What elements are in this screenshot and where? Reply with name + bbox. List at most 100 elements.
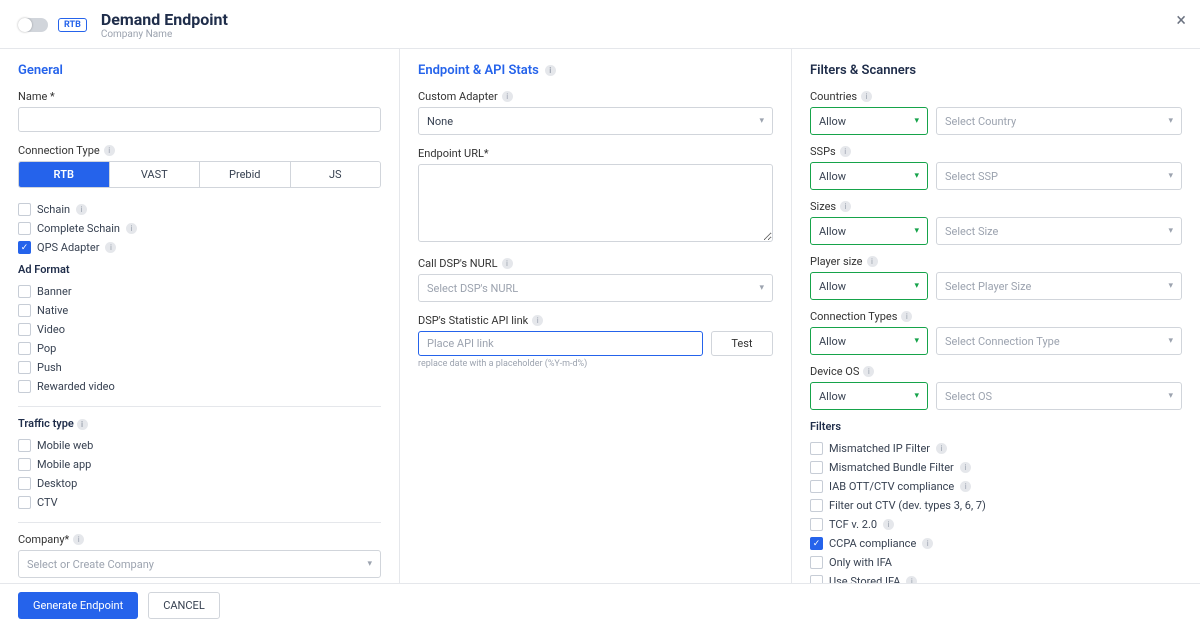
info-icon[interactable]: i [77, 419, 88, 430]
allow-value-1: Allow [819, 170, 846, 183]
traffic-checkbox-3[interactable] [18, 496, 31, 509]
allow-value-0: Allow [819, 115, 846, 128]
chevron-down-icon: ▾ [367, 559, 372, 569]
info-icon[interactable]: i [76, 204, 87, 215]
info-icon[interactable]: i [922, 538, 933, 549]
chain-checkbox-1[interactable] [18, 222, 31, 235]
filter-checkbox-3[interactable] [810, 499, 823, 512]
cancel-button[interactable]: CANCEL [148, 592, 220, 619]
info-icon[interactable]: i [960, 481, 971, 492]
info-icon[interactable]: i [861, 91, 872, 102]
allow-select-4[interactable]: Allow▾ [810, 327, 928, 355]
api-link-input[interactable] [418, 331, 703, 356]
adapter-select[interactable]: None ▾ [418, 107, 773, 135]
info-icon[interactable]: i [502, 258, 513, 269]
header: RTB Demand Endpoint Company Name × [0, 0, 1200, 49]
value-select-1[interactable]: Select SSP▾ [936, 162, 1182, 190]
info-icon[interactable]: i [126, 223, 137, 234]
adformat-checkbox-1[interactable] [18, 304, 31, 317]
adformat-checkbox-5[interactable] [18, 380, 31, 393]
chevron-down-icon: ▾ [1168, 336, 1173, 346]
info-icon[interactable]: i [906, 576, 917, 583]
pair-label-5: Device OS [810, 365, 859, 378]
filter-label-2: IAB OTT/CTV compliance [829, 480, 954, 493]
filter-checkbox-5[interactable]: ✓ [810, 537, 823, 550]
filter-label-3: Filter out CTV (dev. types 3, 6, 7) [829, 499, 986, 512]
conn-type-label: Connection Type [18, 144, 100, 157]
company-select[interactable]: Select or Create Company ▾ [18, 550, 381, 578]
value-select-5[interactable]: Select OS▾ [936, 382, 1182, 410]
chain-checkbox-0[interactable] [18, 203, 31, 216]
filter-label-7: Use Stored IFA [829, 575, 900, 583]
footer: Generate Endpoint CANCEL [0, 583, 1200, 627]
info-icon[interactable]: i [502, 91, 513, 102]
filter-checkbox-1[interactable] [810, 461, 823, 474]
adformat-checkbox-4[interactable] [18, 361, 31, 374]
nurl-select[interactable]: Select DSP's NURL ▾ [418, 274, 773, 302]
value-ph-1: Select SSP [945, 170, 998, 183]
allow-select-0[interactable]: Allow▾ [810, 107, 928, 135]
conn-js[interactable]: JS [290, 162, 381, 187]
allow-select-3[interactable]: Allow▾ [810, 272, 928, 300]
general-column: General Name * Connection Type i RTB VAS… [0, 49, 400, 583]
chevron-down-icon: ▾ [759, 283, 764, 293]
close-icon[interactable]: × [1176, 10, 1186, 31]
adformat-checkbox-3[interactable] [18, 342, 31, 355]
filter-checkbox-7[interactable] [810, 575, 823, 583]
info-icon[interactable]: i [863, 366, 874, 377]
filter-checkbox-6[interactable] [810, 556, 823, 569]
allow-select-5[interactable]: Allow▾ [810, 382, 928, 410]
traffic-checkbox-1[interactable] [18, 458, 31, 471]
filter-checkbox-2[interactable] [810, 480, 823, 493]
value-select-0[interactable]: Select Country▾ [936, 107, 1182, 135]
conn-vast[interactable]: VAST [109, 162, 200, 187]
traffic-title: Traffic type [18, 417, 74, 430]
nurl-label: Call DSP's NURL [418, 257, 498, 270]
api-helper: replace date with a placeholder (%Y-m-d%… [418, 359, 773, 369]
value-select-3[interactable]: Select Player Size▾ [936, 272, 1182, 300]
traffic-checkbox-2[interactable] [18, 477, 31, 490]
info-icon[interactable]: i [73, 534, 84, 545]
traffic-checkbox-0[interactable] [18, 439, 31, 452]
info-icon[interactable]: i [104, 145, 115, 156]
info-icon[interactable]: i [901, 311, 912, 322]
info-icon[interactable]: i [883, 519, 894, 530]
traffic-label-1: Mobile app [37, 458, 91, 471]
traffic-label-2: Desktop [37, 477, 77, 490]
generate-endpoint-button[interactable]: Generate Endpoint [18, 592, 138, 619]
info-icon[interactable]: i [532, 315, 543, 326]
info-icon[interactable]: i [545, 65, 556, 76]
info-icon[interactable]: i [936, 443, 947, 454]
allow-select-1[interactable]: Allow▾ [810, 162, 928, 190]
value-select-2[interactable]: Select Size▾ [936, 217, 1182, 245]
chain-checkbox-2[interactable]: ✓ [18, 241, 31, 254]
info-icon[interactable]: i [867, 256, 878, 267]
value-ph-2: Select Size [945, 225, 998, 238]
filter-checkbox-4[interactable] [810, 518, 823, 531]
info-icon[interactable]: i [840, 201, 851, 212]
enable-toggle[interactable] [18, 18, 48, 32]
value-ph-3: Select Player Size [945, 280, 1031, 293]
section-filters-scanners: Filters & Scanners [810, 63, 1182, 78]
adformat-checkbox-2[interactable] [18, 323, 31, 336]
value-select-4[interactable]: Select Connection Type▾ [936, 327, 1182, 355]
chevron-down-icon: ▾ [759, 116, 764, 126]
adformat-checkbox-0[interactable] [18, 285, 31, 298]
test-button[interactable]: Test [711, 331, 773, 356]
endpoint-url-input[interactable] [418, 164, 773, 242]
info-icon[interactable]: i [840, 146, 851, 157]
value-ph-0: Select Country [945, 115, 1016, 128]
allow-select-2[interactable]: Allow▾ [810, 217, 928, 245]
chevron-down-icon: ▾ [914, 226, 919, 236]
adformat-label-0: Banner [37, 285, 72, 298]
pair-label-1: SSPs [810, 145, 836, 158]
filter-checkbox-0[interactable] [810, 442, 823, 455]
pair-label-2: Sizes [810, 200, 836, 213]
chain-label-0: Schain [37, 203, 70, 216]
conn-rtb[interactable]: RTB [19, 162, 109, 187]
conn-prebid[interactable]: Prebid [199, 162, 290, 187]
adapter-value: None [427, 115, 453, 128]
info-icon[interactable]: i [960, 462, 971, 473]
name-input[interactable] [18, 107, 381, 132]
info-icon[interactable]: i [105, 242, 116, 253]
